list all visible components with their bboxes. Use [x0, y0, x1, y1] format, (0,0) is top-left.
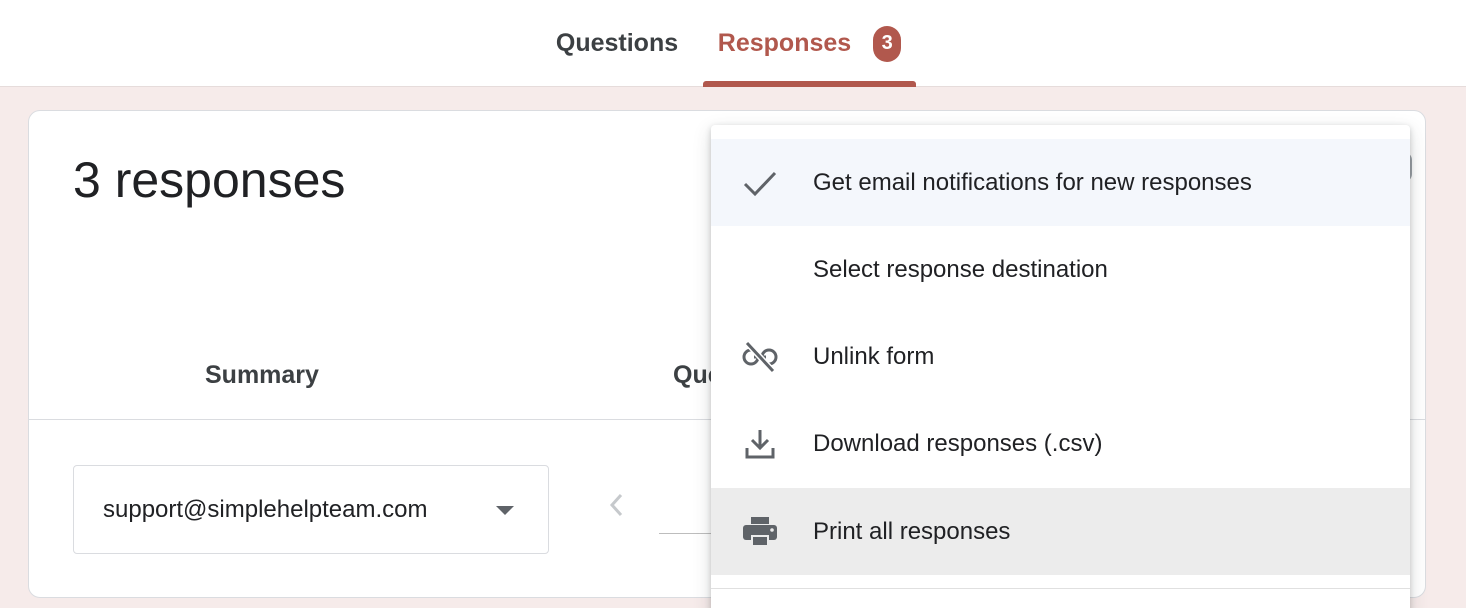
- active-tab-indicator: [703, 81, 916, 87]
- top-tab-bar: Questions Responses 3: [0, 0, 1466, 87]
- menu-item-label: Unlink form: [813, 342, 935, 370]
- responder-select-value: support@simplehelpteam.com: [103, 495, 428, 523]
- menu-item-select-destination[interactable]: Select response destination: [711, 226, 1410, 313]
- tab-questions-label: Questions: [555, 29, 679, 57]
- responder-select[interactable]: support@simplehelpteam.com: [73, 465, 549, 554]
- chevron-left-icon: [609, 493, 623, 517]
- previous-response-button[interactable]: [603, 487, 629, 523]
- menu-item-label: Select response destination: [813, 255, 1108, 283]
- response-pager-line: [659, 533, 719, 534]
- responses-count-title: 3 responses: [73, 152, 346, 208]
- check-icon: [741, 165, 779, 201]
- caret-down-icon: [496, 506, 514, 515]
- subtab-summary[interactable]: Summary: [205, 361, 319, 390]
- tab-responses[interactable]: Responses 3: [703, 0, 916, 87]
- menu-item-download-csv[interactable]: Download responses (.csv): [711, 400, 1410, 487]
- menu-item-email-notifications[interactable]: Get email notifications for new response…: [711, 139, 1410, 226]
- responses-count-badge: 3: [873, 25, 902, 62]
- menu-item-label: Print all responses: [813, 517, 1011, 545]
- tab-responses-label: Responses: [717, 29, 852, 57]
- subtab-question[interactable]: Question: [673, 361, 713, 390]
- download-icon: [741, 426, 779, 462]
- print-icon: [741, 514, 779, 550]
- menu-item-print-all[interactable]: Print all responses: [711, 488, 1410, 575]
- menu-item-label: Get email notifications for new response…: [813, 168, 1252, 196]
- responses-options-menu: Get email notifications for new response…: [711, 125, 1410, 608]
- link-off-icon: [741, 339, 779, 375]
- tab-questions[interactable]: Questions: [540, 0, 694, 87]
- menu-item-label: Download responses (.csv): [813, 429, 1103, 457]
- menu-item-unlink-form[interactable]: Unlink form: [711, 313, 1410, 400]
- menu-divider: [711, 588, 1410, 589]
